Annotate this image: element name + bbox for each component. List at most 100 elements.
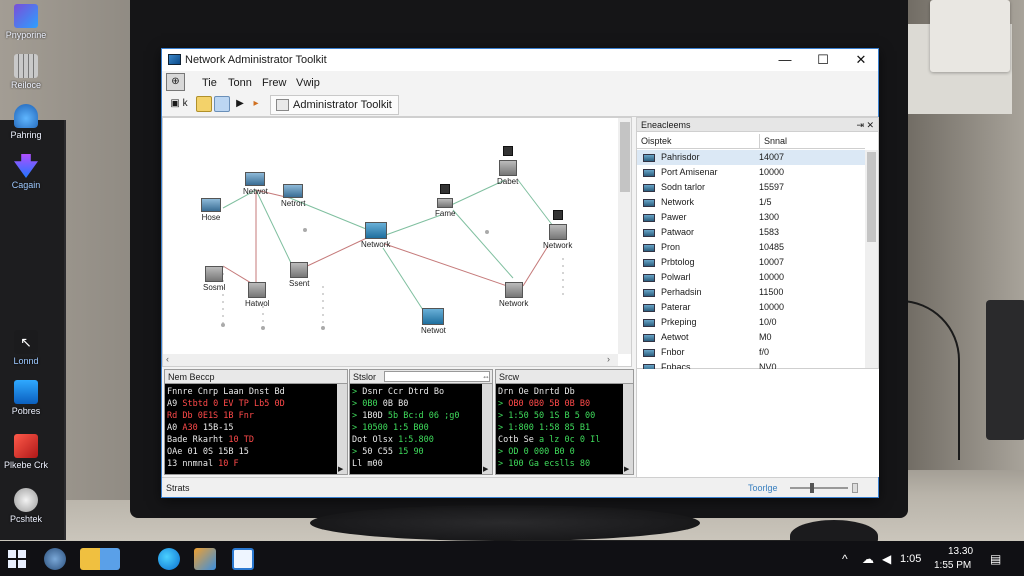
property-row[interactable]: Sodn tarlor 15597 [637, 180, 865, 195]
toolbar-select-button[interactable]: ▣ k [168, 96, 190, 112]
desktop-icon-2[interactable]: Pahring [2, 104, 50, 140]
desktop-icon-6[interactable]: Plkebe Crk [2, 434, 50, 470]
folder-icon[interactable] [196, 96, 212, 112]
property-row[interactable]: Fnbor f/0 [637, 345, 865, 360]
play-icon[interactable]: ▶ [232, 96, 248, 112]
volume-icon[interactable]: ◀ [882, 552, 891, 566]
photos-icon[interactable] [194, 548, 216, 570]
console-text: > [498, 399, 509, 409]
network-node-11[interactable]: Netwot [421, 308, 446, 335]
pane-scrollbar[interactable]: ▶ [482, 384, 492, 474]
maximize-button[interactable]: ☐ [804, 49, 842, 71]
network-node-7[interactable]: Sosml [203, 266, 225, 292]
zoom-label[interactable]: Toorlge [748, 478, 778, 498]
desktop-icon-label: Pnyporine [5, 30, 47, 40]
notifications-icon[interactable]: ▤ [990, 552, 1001, 566]
scroll-left-icon[interactable]: ‹ [166, 354, 169, 364]
network-node-6[interactable]: Network [543, 210, 572, 250]
pane-scrollbar[interactable]: ▶ [623, 384, 633, 474]
network-node-5[interactable]: Dabet [497, 146, 518, 186]
property-row[interactable]: Perhadsin 11500 [637, 285, 865, 300]
scroll-down-icon[interactable]: ▶ [338, 465, 343, 473]
browser-icon[interactable] [158, 548, 180, 570]
network-node-4[interactable]: Fame [435, 184, 455, 218]
scroll-down-icon[interactable]: ▶ [483, 465, 488, 473]
menu-item-1[interactable]: Tonn [228, 77, 252, 89]
pin-icon[interactable]: ⇥ [856, 118, 864, 132]
pane-filter-input[interactable] [384, 371, 490, 382]
desktop-icon-5[interactable]: Pobres [2, 380, 50, 416]
node-label: Netwot [243, 187, 268, 196]
column-value-header[interactable]: Snnal [759, 134, 787, 149]
property-row[interactable]: Paterar 10000 [637, 300, 865, 315]
connector-point [303, 228, 307, 232]
app-menu-icon[interactable]: ⊕ [166, 73, 185, 91]
property-row[interactable]: Patwaor 1583 [637, 225, 865, 240]
pane-scrollbar[interactable]: ▶ [337, 384, 347, 474]
zoom-slider-thumb[interactable] [810, 483, 814, 493]
status-bar: Strats Toorlge [162, 477, 878, 497]
layers-icon[interactable] [214, 96, 230, 112]
property-row[interactable]: Polwarl 10000 [637, 270, 865, 285]
property-row[interactable]: Pahrisdor 14007 [637, 150, 865, 165]
canvas-horizontal-scrollbar[interactable]: ‹ › [163, 354, 618, 366]
expand-icon[interactable]: ⇔ [482, 370, 490, 384]
title-bar[interactable]: Network Administrator Toolkit — ☐ ✕ [162, 49, 878, 71]
property-row[interactable]: Pawer 1300 [637, 210, 865, 225]
pointer-icon[interactable]: ▸ [248, 96, 264, 112]
scroll-down-icon[interactable]: ▶ [624, 465, 629, 473]
tray-time[interactable]: 1:05 [900, 553, 921, 565]
network-node-0[interactable]: Hose [201, 198, 221, 222]
properties-empty-area [636, 369, 879, 477]
desktop-icon-4[interactable]: ↖ Lonnd [2, 330, 50, 366]
tray-overflow-icon[interactable]: ^ [842, 552, 848, 566]
console-output[interactable]: Fnnre Cnrp Laan Dnst Bd A9 Stbtd 0 EV TP … [165, 384, 337, 474]
desktop-icon-1[interactable]: Reiloce [2, 54, 50, 90]
file-explorer-icon[interactable] [80, 548, 120, 570]
router-icon [552, 210, 563, 220]
console-output[interactable]: Drn Oe Dnrtd Db > OB0 0B0 5B 0B B0 > 1:50 … [496, 384, 623, 474]
menu-item-3[interactable]: Vwip [296, 77, 320, 89]
property-row[interactable]: Aetwot M0 [637, 330, 865, 345]
network-icon[interactable]: ☁ [862, 552, 874, 566]
console-line: > OD 0 000 B0 0 [498, 446, 621, 458]
zoom-slider[interactable] [790, 483, 848, 493]
close-button[interactable]: ✕ [842, 49, 880, 71]
desktop-icon-7[interactable]: Pcshtek [2, 488, 50, 524]
clock-date[interactable]: 1:55 PM [934, 560, 971, 571]
network-node-10[interactable]: Network [499, 282, 528, 308]
zoom-max-icon[interactable] [852, 483, 858, 493]
property-row[interactable]: Pron 10485 [637, 240, 865, 255]
console-text: 1:800 [508, 423, 534, 433]
property-row[interactable]: Port Amisenar 10000 [637, 165, 865, 180]
desktop-icon-0[interactable]: Pnyporine [2, 4, 50, 40]
network-node-2[interactable]: Netrort [281, 184, 305, 208]
search-icon[interactable] [44, 548, 66, 570]
clock-time[interactable]: 13.30 [948, 546, 973, 557]
console-line: Ll m00 [352, 458, 480, 470]
close-icon[interactable]: ✕ [866, 118, 874, 132]
properties-scrollbar[interactable] [865, 150, 878, 368]
scroll-thumb[interactable] [867, 152, 876, 242]
network-node-9[interactable]: Ssent [289, 262, 309, 288]
canvas-vertical-scrollbar[interactable] [618, 118, 631, 354]
menu-item-0[interactable]: Tie [202, 77, 217, 89]
network-node-1[interactable]: Netwot [243, 172, 268, 196]
desktop-icon-3[interactable]: Cagain [2, 154, 50, 190]
column-name-header[interactable]: Oisptek [641, 134, 672, 149]
property-row[interactable]: Network 1/5 [637, 195, 865, 210]
minimize-button[interactable]: — [766, 49, 804, 71]
scroll-thumb[interactable] [620, 122, 630, 192]
console-output[interactable]: > Dsnr Ccr Dtrd Bo > 0B0 0B B0 > 1B0D 5b B… [350, 384, 482, 474]
store-icon[interactable] [232, 548, 254, 570]
property-row[interactable]: Prbtolog 10007 [637, 255, 865, 270]
network-node-3[interactable]: Network [361, 222, 390, 249]
administrator-toolkit-button[interactable]: Administrator Toolkit [270, 95, 399, 115]
menu-item-2[interactable]: Frew [262, 77, 286, 89]
property-row[interactable]: Prkeping 10/0 [637, 315, 865, 330]
scroll-right-icon[interactable]: › [607, 354, 610, 364]
network-node-8[interactable]: Hatwol [245, 282, 269, 308]
start-button[interactable] [8, 550, 26, 568]
network-diagram-canvas[interactable]: Hose Netwot Netrort Network Fame Dabet N… [162, 117, 632, 367]
console-text: 1:58 85 B1 [533, 423, 591, 433]
